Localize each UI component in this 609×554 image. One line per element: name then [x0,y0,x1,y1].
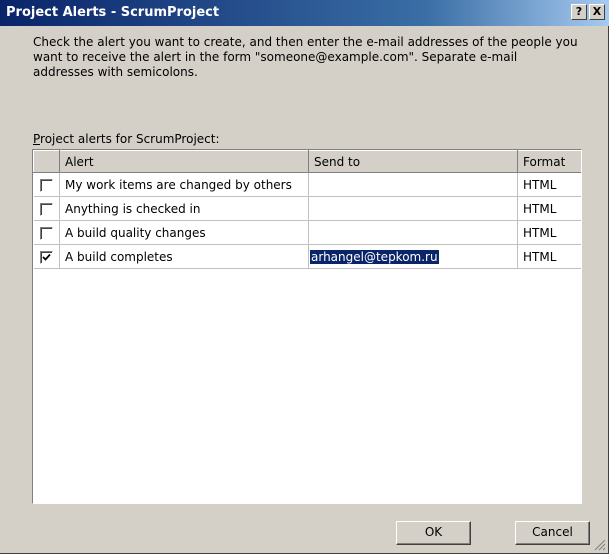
close-button[interactable]: X [589,4,605,20]
alert-checkbox-cell [33,172,60,197]
alert-row[interactable]: A build completes arhangel@tepkom.ru HTML [33,244,581,269]
resize-grip-icon[interactable] [594,539,606,551]
alert-checkbox[interactable] [39,250,53,264]
column-header-send-to[interactable]: Send to [308,150,518,173]
alert-checkbox-cell [33,244,60,269]
format-cell[interactable]: HTML [517,172,581,197]
project-alerts-label: Project alerts for ScrumProject: [33,132,220,146]
send-to-cell[interactable] [308,196,518,221]
project-alerts-label-text: roject alerts for ScrumProject: [40,132,220,146]
alert-checkbox-cell [33,220,60,245]
format-cell[interactable]: HTML [517,244,581,269]
alert-row[interactable]: My work items are changed by others HTML [33,172,581,197]
alerts-grid[interactable]: Alert Send to Format My work items are c… [32,149,582,504]
format-cell[interactable]: HTML [517,196,581,221]
alert-checkbox[interactable] [39,226,53,240]
help-button[interactable]: ? [571,4,587,20]
label-mnemonic: P [33,132,41,146]
column-header-format[interactable]: Format [517,150,581,173]
column-header-alert[interactable]: Alert [59,150,309,173]
instructions-text: Check the alert you want to create, and … [33,35,578,79]
alert-row[interactable]: A build quality changes HTML [33,220,581,245]
column-header-checkbox[interactable] [33,150,60,173]
alert-name-cell: A build quality changes [59,220,309,245]
alert-name-cell: Anything is checked in [59,196,309,221]
alert-checkbox[interactable] [39,202,53,216]
alert-row[interactable]: Anything is checked in HTML [33,196,581,221]
send-to-cell[interactable]: arhangel@tepkom.ru [308,244,518,269]
checkmark-icon [42,253,51,261]
format-cell[interactable]: HTML [517,220,581,245]
cancel-button[interactable]: Cancel [515,521,590,545]
ok-button[interactable]: OK [396,521,471,545]
project-alerts-dialog: Project Alerts - ScrumProject ? X Check … [0,0,609,554]
alert-name-cell: My work items are changed by others [59,172,309,197]
send-to-cell[interactable] [308,220,518,245]
alert-checkbox[interactable] [39,178,53,192]
title-bar[interactable]: Project Alerts - ScrumProject ? X [0,0,609,26]
alert-rows: My work items are changed by others HTML A… [33,172,581,269]
alerts-table: Alert Send to Format My work items are c… [33,150,581,269]
send-to-email-input[interactable]: arhangel@tepkom.ru [310,249,439,264]
alert-checkbox-cell [33,196,60,221]
window-title: Project Alerts - ScrumProject [6,5,220,20]
send-to-cell[interactable] [308,172,518,197]
alert-name-cell: A build completes [59,244,309,269]
header-row: Alert Send to Format [33,150,581,173]
